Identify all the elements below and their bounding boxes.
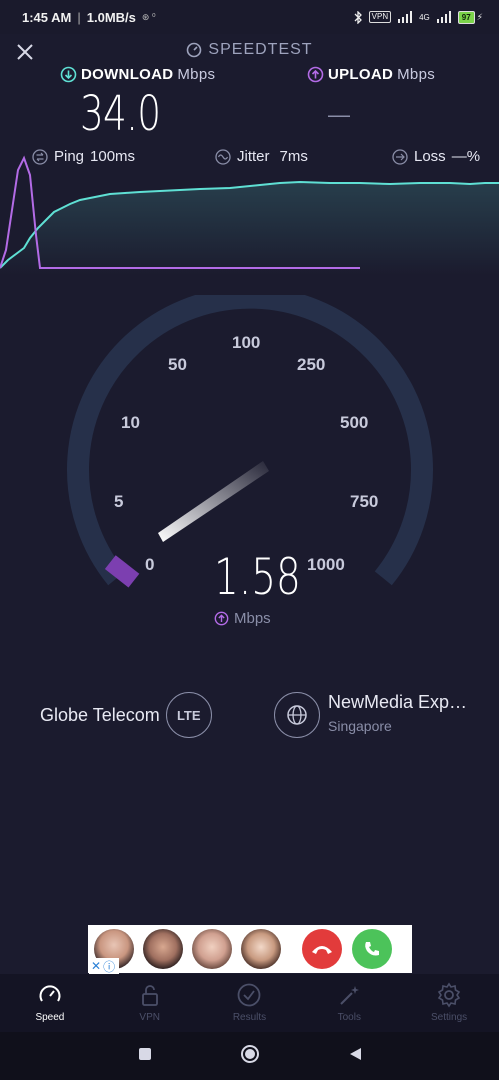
globe-icon <box>287 705 307 725</box>
gauge-tick-50: 50 <box>168 355 187 374</box>
notification-icon: ⊛ ⁰ <box>141 11 156 22</box>
upload-label: UPLOAD <box>328 66 394 83</box>
close-icon: ✕ <box>91 959 102 973</box>
back-button[interactable] <box>348 1047 362 1066</box>
tab-tools[interactable]: Tools <box>299 974 399 1032</box>
server-name[interactable]: NewMedia Exp… <box>328 692 467 713</box>
signal-icon <box>397 11 413 23</box>
decline-call-icon <box>302 929 342 969</box>
gauge-tick-5: 5 <box>114 492 124 511</box>
throughput-graph <box>0 155 499 275</box>
tab-speed[interactable]: Speed <box>0 974 100 1032</box>
signal-icon-2 <box>436 11 452 23</box>
gauge-tick-250: 250 <box>297 355 326 374</box>
ad-close-button[interactable]: ✕ ⓘ <box>89 958 119 974</box>
gauge-needle <box>158 461 269 542</box>
download-graph-fill <box>0 182 499 275</box>
provider-name: Globe Telecom <box>40 704 160 725</box>
back-triangle-icon <box>349 1047 361 1060</box>
vpn-badge: VPN <box>368 11 392 23</box>
upload-header: UPLOAD Mbps <box>307 66 435 83</box>
download-header: DOWNLOAD Mbps <box>60 66 215 83</box>
gauge-tick-0: 0 <box>145 555 155 574</box>
top-bar: SPEEDTEST <box>0 34 499 68</box>
ad-info-icon: ⓘ <box>103 959 116 974</box>
download-label: DOWNLOAD <box>81 66 174 83</box>
current-speed-unit: Mbps <box>214 610 271 627</box>
status-time: 1:45 AM <box>22 9 72 25</box>
upload-value: — <box>328 102 350 127</box>
gauge-tick-100: 100 <box>232 333 261 352</box>
gear-icon <box>437 982 461 1008</box>
tab-vpn[interactable]: VPN <box>100 974 200 1032</box>
status-bar: 1:45 AM | 1.0MB/s ⊛ ⁰ VPN 4G 97 ⚡ <box>0 0 499 34</box>
accept-call-icon <box>352 929 392 969</box>
provider-info[interactable]: Globe Telecom LTE <box>40 692 212 738</box>
home-circle-icon <box>240 1044 259 1063</box>
ad-face-image <box>143 929 183 969</box>
battery-icon: 97 ⚡ <box>457 10 483 24</box>
bluetooth-icon <box>353 10 363 24</box>
tab-bar: Speed VPN Results Tools Settings <box>0 974 499 1032</box>
speedometer-icon <box>187 42 202 58</box>
upload-icon <box>307 66 324 83</box>
current-speed-value: 1.58 <box>214 548 301 606</box>
speedometer-icon <box>39 985 61 1002</box>
upload-icon <box>214 611 229 626</box>
gauge-tick-10: 10 <box>121 413 140 432</box>
ad-banner[interactable] <box>88 925 412 973</box>
status-net-speed: 1.0MB/s <box>86 9 136 25</box>
gauge-progress <box>104 555 140 588</box>
square-icon <box>138 1047 151 1060</box>
home-button[interactable] <box>240 1044 260 1069</box>
lock-icon <box>141 985 158 1006</box>
download-icon <box>60 66 77 83</box>
download-value: 34.0 <box>80 86 161 142</box>
magic-wand-icon <box>340 986 360 1005</box>
recent-apps-button[interactable] <box>138 1047 152 1066</box>
gauge-tick-1000: 1000 <box>307 555 345 574</box>
ad-face-image <box>192 929 232 969</box>
tab-settings[interactable]: Settings <box>399 974 499 1032</box>
check-circle-icon <box>238 983 261 1007</box>
server-location: Singapore <box>328 718 392 734</box>
system-nav-bar <box>0 1032 499 1080</box>
server-button[interactable] <box>274 692 320 738</box>
page-title: SPEEDTEST <box>0 41 499 59</box>
ad-face-image <box>241 929 281 969</box>
gauge-tick-750: 750 <box>350 492 379 511</box>
network-type: 4G <box>419 12 430 22</box>
tab-results[interactable]: Results <box>200 974 300 1032</box>
download-unit: Mbps <box>177 66 216 83</box>
lte-badge: LTE <box>165 692 212 738</box>
upload-unit: Mbps <box>397 66 436 83</box>
gauge-tick-500: 500 <box>340 413 369 432</box>
